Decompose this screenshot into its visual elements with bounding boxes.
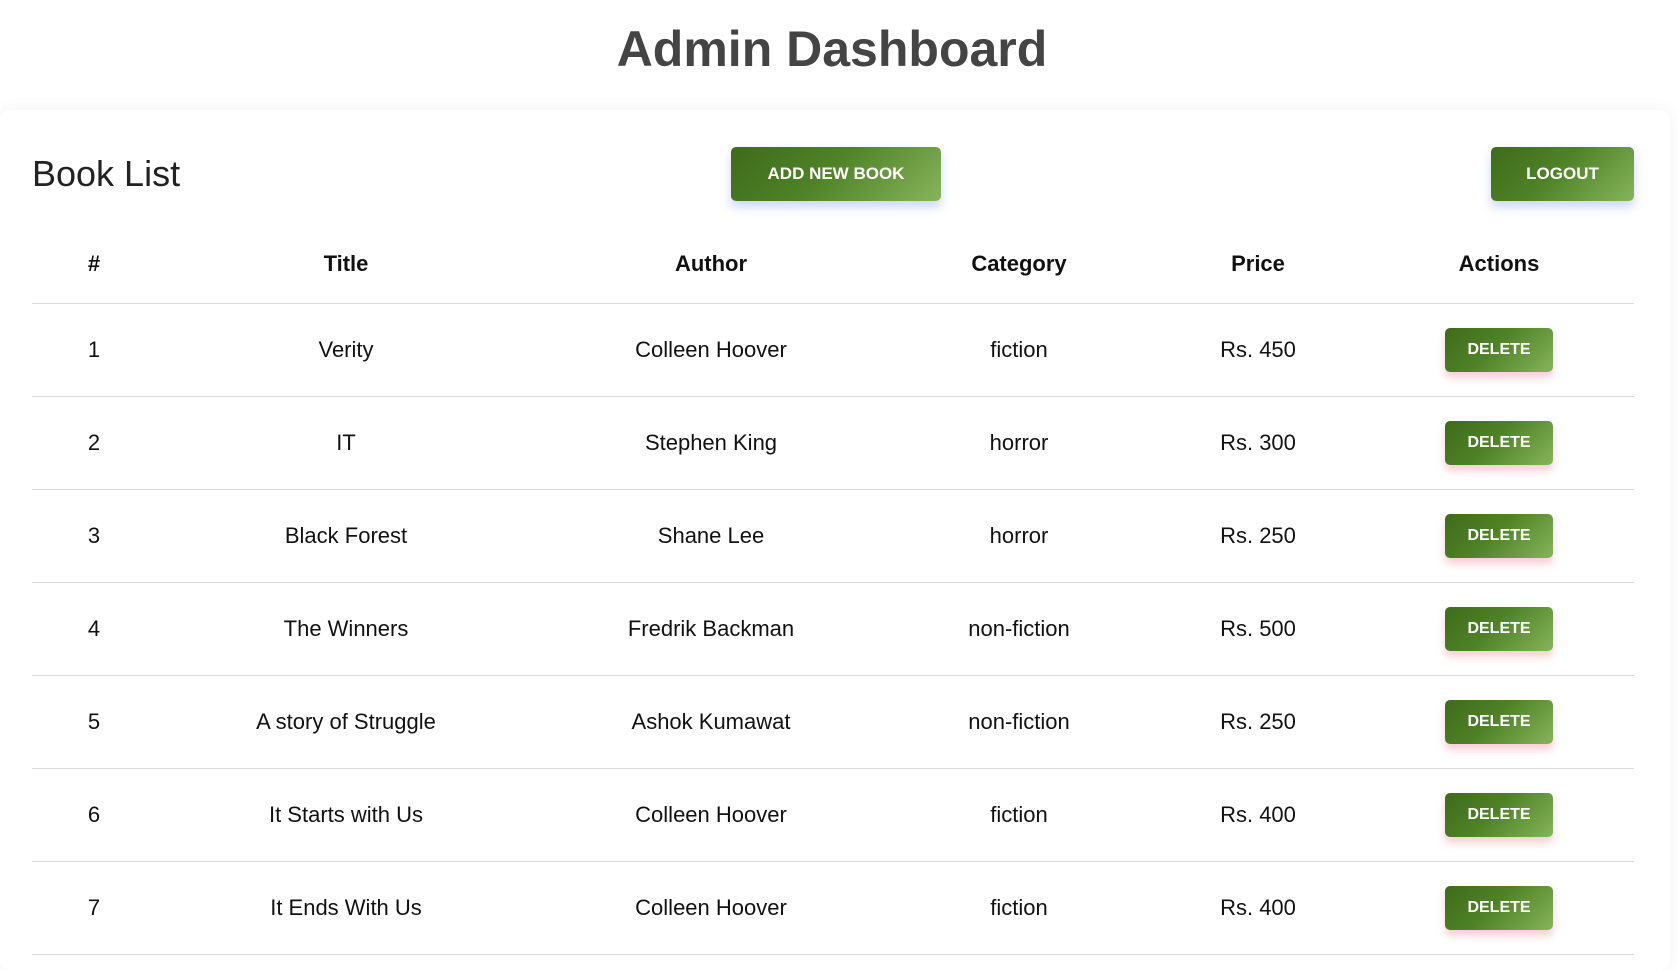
column-header-number: # [32,225,156,304]
cell-number: 3 [32,489,156,583]
cell-author: Colleen Hoover [536,303,886,397]
cell-price: Rs. 250 [1152,489,1364,583]
table-row: 2 IT Stephen King horror Rs. 300 DELETE [32,396,1634,490]
cell-author: Stephen King [536,396,886,490]
delete-button[interactable]: DELETE [1445,793,1553,837]
cell-title: IT [156,396,536,490]
book-list-header: Book List ADD NEW BOOK LOGOUT [32,146,1634,202]
table-row: 5 A story of Struggle Ashok Kumawat non-… [32,675,1634,769]
cell-actions: DELETE [1364,768,1634,862]
cell-category: horror [886,396,1152,490]
delete-button[interactable]: DELETE [1445,700,1553,744]
logout-button[interactable]: LOGOUT [1491,147,1634,201]
cell-author: Colleen Hoover [536,861,886,955]
book-table-body: 1 Verity Colleen Hoover fiction Rs. 450 … [32,303,1634,955]
cell-category: fiction [886,768,1152,862]
cell-title: It Starts with Us [156,768,536,862]
column-header-category: Category [886,225,1152,304]
cell-number: 2 [32,396,156,490]
cell-category: non-fiction [886,675,1152,769]
cell-price: Rs. 500 [1152,582,1364,676]
table-row: 1 Verity Colleen Hoover fiction Rs. 450 … [32,303,1634,397]
cell-price: Rs. 250 [1152,675,1364,769]
cell-author: Colleen Hoover [536,768,886,862]
column-header-author: Author [536,225,886,304]
table-row: 6 It Starts with Us Colleen Hoover ficti… [32,768,1634,862]
cell-number: 5 [32,675,156,769]
book-table-head: # Title Author Category Price Actions [32,225,1634,304]
cell-category: horror [886,489,1152,583]
cell-title: The Winners [156,582,536,676]
cell-title: Verity [156,303,536,397]
cell-actions: DELETE [1364,489,1634,583]
cell-number: 7 [32,861,156,955]
column-header-actions: Actions [1364,225,1634,304]
cell-category: non-fiction [886,582,1152,676]
delete-button[interactable]: DELETE [1445,421,1553,465]
cell-author: Shane Lee [536,489,886,583]
cell-actions: DELETE [1364,675,1634,769]
table-row: 7 It Ends With Us Colleen Hoover fiction… [32,861,1634,955]
cell-category: fiction [886,303,1152,397]
cell-price: Rs. 450 [1152,303,1364,397]
book-list-heading: Book List [32,153,181,194]
cell-price: Rs. 300 [1152,396,1364,490]
delete-button[interactable]: DELETE [1445,886,1553,930]
delete-button[interactable]: DELETE [1445,607,1553,651]
cell-title: A story of Struggle [156,675,536,769]
page-title: Admin Dashboard [616,21,1048,77]
book-table: # Title Author Category Price Actions 1 … [32,225,1634,955]
cell-price: Rs. 400 [1152,861,1364,955]
book-list-card: Book List ADD NEW BOOK LOGOUT # Title Au… [0,110,1670,970]
cell-number: 1 [32,303,156,397]
cell-actions: DELETE [1364,396,1634,490]
column-header-title: Title [156,225,536,304]
column-header-price: Price [1152,225,1364,304]
cell-title: Black Forest [156,489,536,583]
cell-actions: DELETE [1364,861,1634,955]
cell-author: Ashok Kumawat [536,675,886,769]
add-new-book-button[interactable]: ADD NEW BOOK [731,147,941,201]
cell-actions: DELETE [1364,303,1634,397]
cell-author: Fredrik Backman [536,582,886,676]
cell-actions: DELETE [1364,582,1634,676]
table-row: 3 Black Forest Shane Lee horror Rs. 250 … [32,489,1634,583]
delete-button[interactable]: DELETE [1445,514,1553,558]
cell-price: Rs. 400 [1152,768,1364,862]
table-header-row: # Title Author Category Price Actions [32,225,1634,304]
table-row: 4 The Winners Fredrik Backman non-fictio… [32,582,1634,676]
cell-number: 4 [32,582,156,676]
delete-button[interactable]: DELETE [1445,328,1553,372]
cell-category: fiction [886,861,1152,955]
cell-title: It Ends With Us [156,861,536,955]
cell-number: 6 [32,768,156,862]
